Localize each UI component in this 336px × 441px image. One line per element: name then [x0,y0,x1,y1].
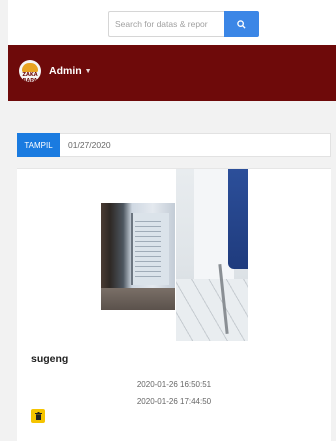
attendance-photo-out[interactable] [176,169,248,341]
date-filter: TAMPIL [17,133,331,157]
attendance-photo-in[interactable] [101,203,175,310]
top-bar [8,0,336,45]
check-out-time: 2020-01-26 17:44:50 [136,397,212,406]
employee-name: sugeng [31,353,69,365]
delete-button[interactable] [31,409,45,423]
search-button[interactable] [224,11,259,37]
photo-detail [101,288,175,310]
app-logo[interactable]: ZAKA BAPA [19,60,41,82]
search-bar [108,11,259,37]
date-input[interactable] [60,133,331,157]
logo-text: ZAKA BAPA [22,72,38,82]
search-input[interactable] [108,11,224,37]
trash-icon [34,412,42,420]
photo-detail [135,221,161,277]
user-menu-label: Admin [49,65,82,77]
check-in-time: 2020-01-26 16:50:51 [136,380,212,389]
attendance-card: sugeng 2020-01-26 16:50:51 2020-01-26 17… [17,168,331,441]
navbar: ZAKA BAPA Admin ▼ [8,45,336,101]
search-icon [237,19,246,29]
chevron-down-icon: ▼ [84,67,92,75]
logo-emblem [22,63,38,72]
photo-detail [228,169,248,269]
user-menu[interactable]: Admin ▼ [49,65,92,77]
photo-detail [176,279,248,341]
tampil-button[interactable]: TAMPIL [17,133,60,157]
